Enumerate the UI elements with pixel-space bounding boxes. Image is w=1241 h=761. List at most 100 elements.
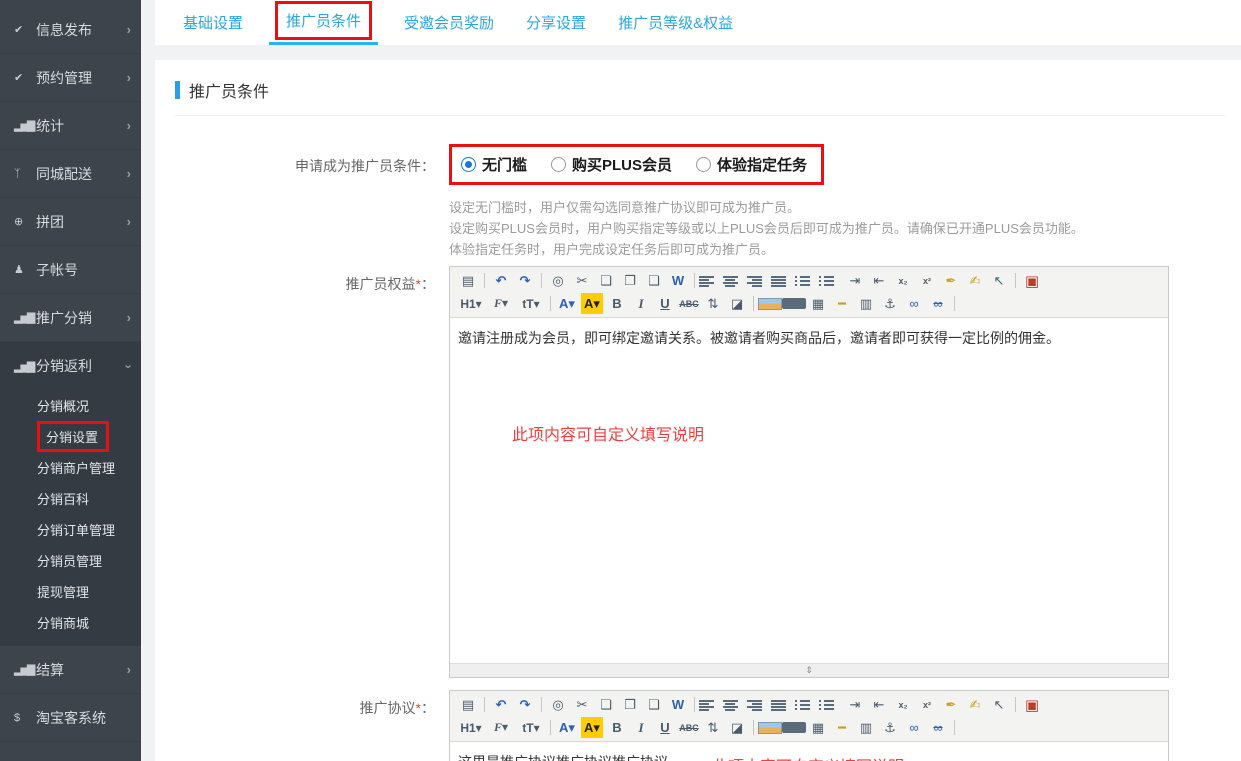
radio-no-threshold[interactable]: 无门槛 [461, 154, 527, 175]
format-brush-icon[interactable]: ✒ [939, 270, 963, 291]
superscript-icon[interactable]: x² [915, 694, 939, 715]
superscript-icon[interactable]: x² [915, 270, 939, 291]
sidebar-item-group-buy[interactable]: ⊕ 拼团 › [0, 198, 141, 246]
tab-promoter-level-rights[interactable]: 推广员等级&权益 [602, 0, 749, 45]
submenu-distribution-wiki[interactable]: 分销百科 [0, 483, 141, 514]
anchor-icon[interactable]: ⚓ [878, 717, 902, 738]
highlight-color-icon[interactable]: A▾ [581, 293, 603, 314]
subscript-icon[interactable]: x₂ [891, 270, 915, 291]
fullscreen-icon[interactable]: ▣ [1020, 270, 1044, 291]
sidebar-item-taobaoke[interactable]: $ 淘宝客系统 [0, 694, 141, 742]
page-break-icon[interactable]: ▥ [854, 717, 878, 738]
separator[interactable] [954, 296, 955, 311]
sidebar-item-booking[interactable]: ✔ 预约管理 › [0, 54, 141, 102]
text-color-icon[interactable]: A▾ [555, 717, 579, 738]
tab-promoter-condition[interactable]: 推广员条件 [259, 0, 388, 45]
paste-word-icon[interactable]: W [666, 694, 690, 715]
tab-basic-settings[interactable]: 基础设置 [167, 0, 259, 45]
source-icon[interactable]: ▤ [456, 694, 480, 715]
font-size-select[interactable]: tT▾ [516, 717, 546, 738]
link-icon[interactable]: ∞ [902, 293, 926, 314]
font-family-select[interactable]: F▾ [486, 293, 516, 314]
sidebar-item-city-delivery[interactable]: ᛉ 同城配送 › [0, 150, 141, 198]
undo-icon[interactable]: ↶ [489, 694, 513, 715]
video-icon[interactable] [782, 722, 806, 733]
copy-icon[interactable]: ❏ [594, 270, 618, 291]
bold-icon[interactable]: B [605, 717, 629, 738]
align-left-icon[interactable] [699, 699, 723, 711]
unordered-list-icon[interactable] [819, 275, 843, 287]
undo-icon[interactable]: ↶ [489, 270, 513, 291]
tab-invited-member-reward[interactable]: 受邀会员奖励 [388, 0, 510, 45]
submenu-merchant-management[interactable]: 分销商户管理 [0, 452, 141, 483]
align-right-icon[interactable] [747, 699, 771, 711]
separator[interactable] [541, 273, 542, 288]
insert-hr-icon[interactable]: ━ [830, 717, 854, 738]
editor-resize-bar[interactable]: ⇕ [450, 663, 1168, 677]
underline-icon[interactable]: U [653, 293, 677, 314]
copy-icon[interactable]: ❏ [594, 694, 618, 715]
sidebar-item-info-publish[interactable]: ✔ 信息发布 › [0, 6, 141, 54]
separator[interactable] [954, 720, 955, 735]
outdent-icon[interactable]: ⇤ [867, 270, 891, 291]
radio-button-icon[interactable] [551, 157, 566, 172]
separator[interactable] [694, 273, 695, 288]
page-break-icon[interactable]: ▥ [854, 293, 878, 314]
resize-handle-icon[interactable]: ⇕ [805, 666, 813, 675]
separator[interactable] [550, 296, 551, 311]
font-family-select[interactable]: F▾ [486, 717, 516, 738]
line-height-icon[interactable]: ⇅ [701, 717, 725, 738]
video-icon[interactable] [782, 298, 806, 309]
indent-icon[interactable]: ⇥ [843, 270, 867, 291]
strikethrough-icon[interactable]: ABC [677, 717, 701, 738]
anchor-icon[interactable]: ⚓ [878, 293, 902, 314]
separator[interactable] [753, 296, 754, 311]
text-color-icon[interactable]: A▾ [555, 293, 579, 314]
align-left-icon[interactable] [699, 275, 723, 287]
submenu-distribution-settings[interactable]: 分销设置 [0, 421, 141, 452]
unlink-icon[interactable]: ∞ [926, 717, 950, 738]
tab-share-settings[interactable]: 分享设置 [510, 0, 602, 45]
cut-icon[interactable]: ✂ [570, 270, 594, 291]
image-icon[interactable] [758, 722, 782, 734]
cut-icon[interactable]: ✂ [570, 694, 594, 715]
radio-button-icon[interactable] [696, 157, 711, 172]
sidebar-item-sub-account[interactable]: ♟ 子帐号 [0, 246, 141, 294]
image-icon[interactable] [758, 298, 782, 310]
radio-button-icon[interactable] [461, 157, 476, 172]
radio-buy-plus[interactable]: 购买PLUS会员 [551, 154, 672, 175]
align-right-icon[interactable] [747, 275, 771, 287]
separator[interactable] [694, 697, 695, 712]
italic-icon[interactable]: I [629, 717, 653, 738]
submenu-withdraw-management[interactable]: 提现管理 [0, 576, 141, 607]
highlight-color-icon[interactable]: A▾ [581, 717, 603, 738]
paste-text-icon[interactable]: ❑ [642, 694, 666, 715]
quick-format-icon[interactable]: ✍ [963, 270, 987, 291]
indent-icon[interactable]: ⇥ [843, 694, 867, 715]
separator[interactable] [541, 697, 542, 712]
select-all-icon[interactable]: ↖ [987, 270, 1011, 291]
redo-icon[interactable]: ↷ [513, 694, 537, 715]
eraser-icon[interactable]: ◪ [725, 717, 749, 738]
ordered-list-icon[interactable] [795, 275, 819, 287]
ordered-list-icon[interactable] [795, 699, 819, 711]
redo-icon[interactable]: ↷ [513, 270, 537, 291]
italic-icon[interactable]: I [629, 293, 653, 314]
submenu-member-management[interactable]: 分销员管理 [0, 545, 141, 576]
source-icon[interactable]: ▤ [456, 270, 480, 291]
paste-word-icon[interactable]: W [666, 270, 690, 291]
sidebar-item-rebate[interactable]: ▂▅▇ 分销返利 › [0, 342, 141, 390]
align-center-icon[interactable] [723, 275, 747, 287]
paste-text-icon[interactable]: ❑ [642, 270, 666, 291]
submenu-order-management[interactable]: 分销订单管理 [0, 514, 141, 545]
format-brush-icon[interactable]: ✒ [939, 694, 963, 715]
separator[interactable] [753, 720, 754, 735]
strikethrough-icon[interactable]: ABC [677, 293, 701, 314]
unlink-icon[interactable]: ∞ [926, 293, 950, 314]
radio-assigned-task[interactable]: 体验指定任务 [696, 154, 807, 175]
bold-icon[interactable]: B [605, 293, 629, 314]
sidebar-item-settlement[interactable]: ▂▅▇ 结算 › [0, 646, 141, 694]
underline-icon[interactable]: U [653, 717, 677, 738]
sidebar-item-statistics[interactable]: ▂▅▇ 统计 › [0, 102, 141, 150]
insert-hr-icon[interactable]: ━ [830, 293, 854, 314]
